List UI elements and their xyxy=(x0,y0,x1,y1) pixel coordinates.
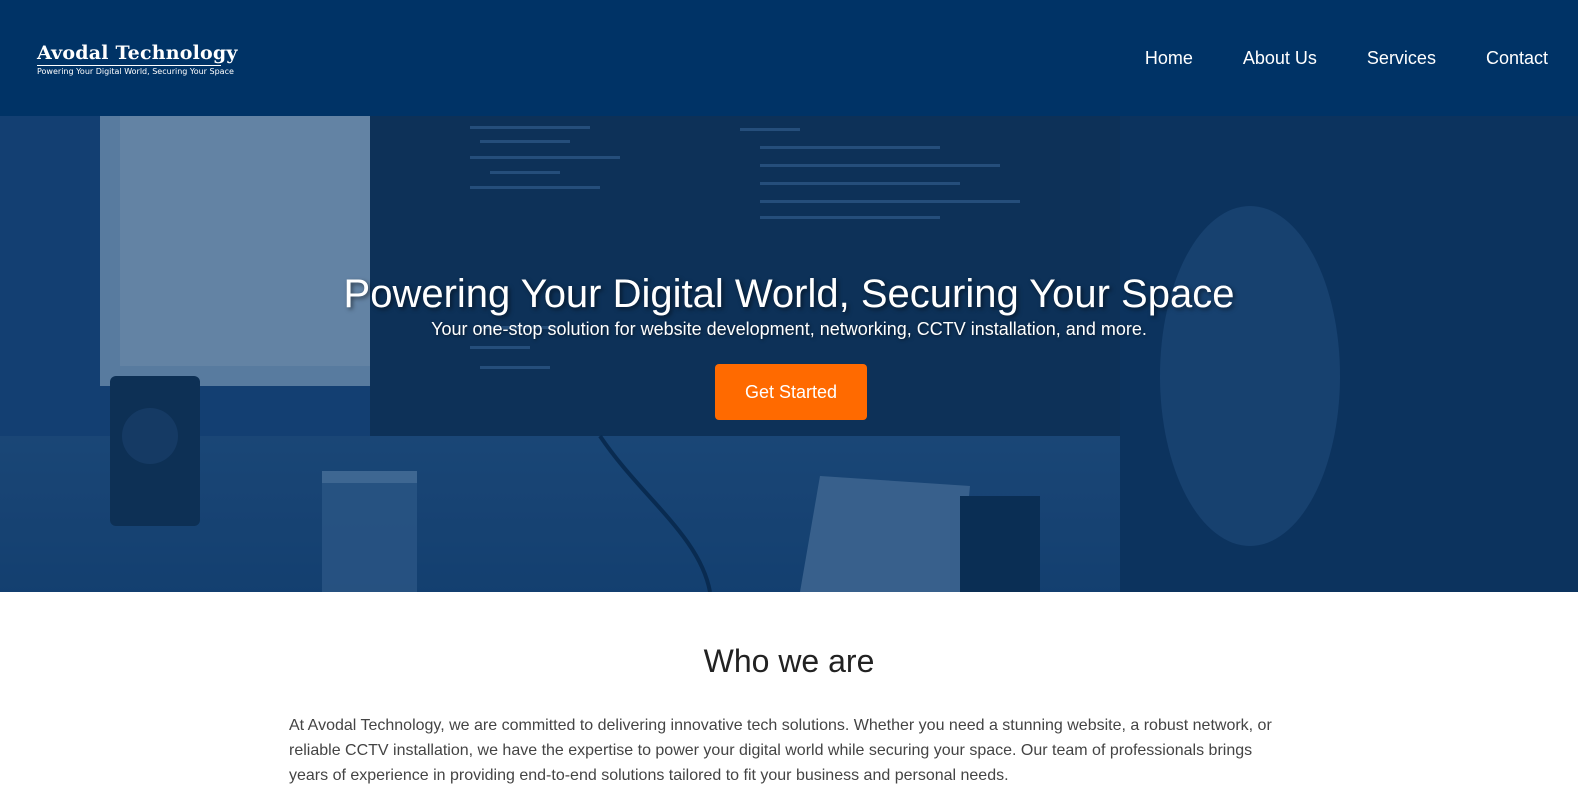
hero-section: Powering Your Digital World, Securing Yo… xyxy=(0,116,1578,592)
nav-contact[interactable]: Contact xyxy=(1486,47,1548,69)
nav-services[interactable]: Services xyxy=(1367,47,1436,69)
main-nav: Home About Us Services Contact xyxy=(1095,47,1548,69)
nav-home[interactable]: Home xyxy=(1145,47,1193,69)
nav-about-us[interactable]: About Us xyxy=(1243,47,1317,69)
logo[interactable]: Avodal Technology Powering Your Digital … xyxy=(37,40,238,77)
get-started-button[interactable]: Get Started xyxy=(715,364,867,420)
about-text: At Avodal Technology, we are committed t… xyxy=(289,717,1272,784)
about-title: Who we are xyxy=(703,643,875,679)
site-header: Avodal Technology Powering Your Digital … xyxy=(0,0,1578,116)
hero-subtitle: Your one-stop solution for website devel… xyxy=(431,319,1147,339)
logo-tagline: Powering Your Digital World, Securing Yo… xyxy=(37,66,234,76)
logo-divider xyxy=(37,64,221,66)
hero-content: Powering Your Digital World, Securing Yo… xyxy=(0,116,1578,592)
about-section: Who we are At Avodal Technology, we are … xyxy=(0,592,1578,788)
hero-title: Powering Your Digital World, Securing Yo… xyxy=(343,272,1235,316)
logo-name: Avodal Technology xyxy=(37,41,238,64)
